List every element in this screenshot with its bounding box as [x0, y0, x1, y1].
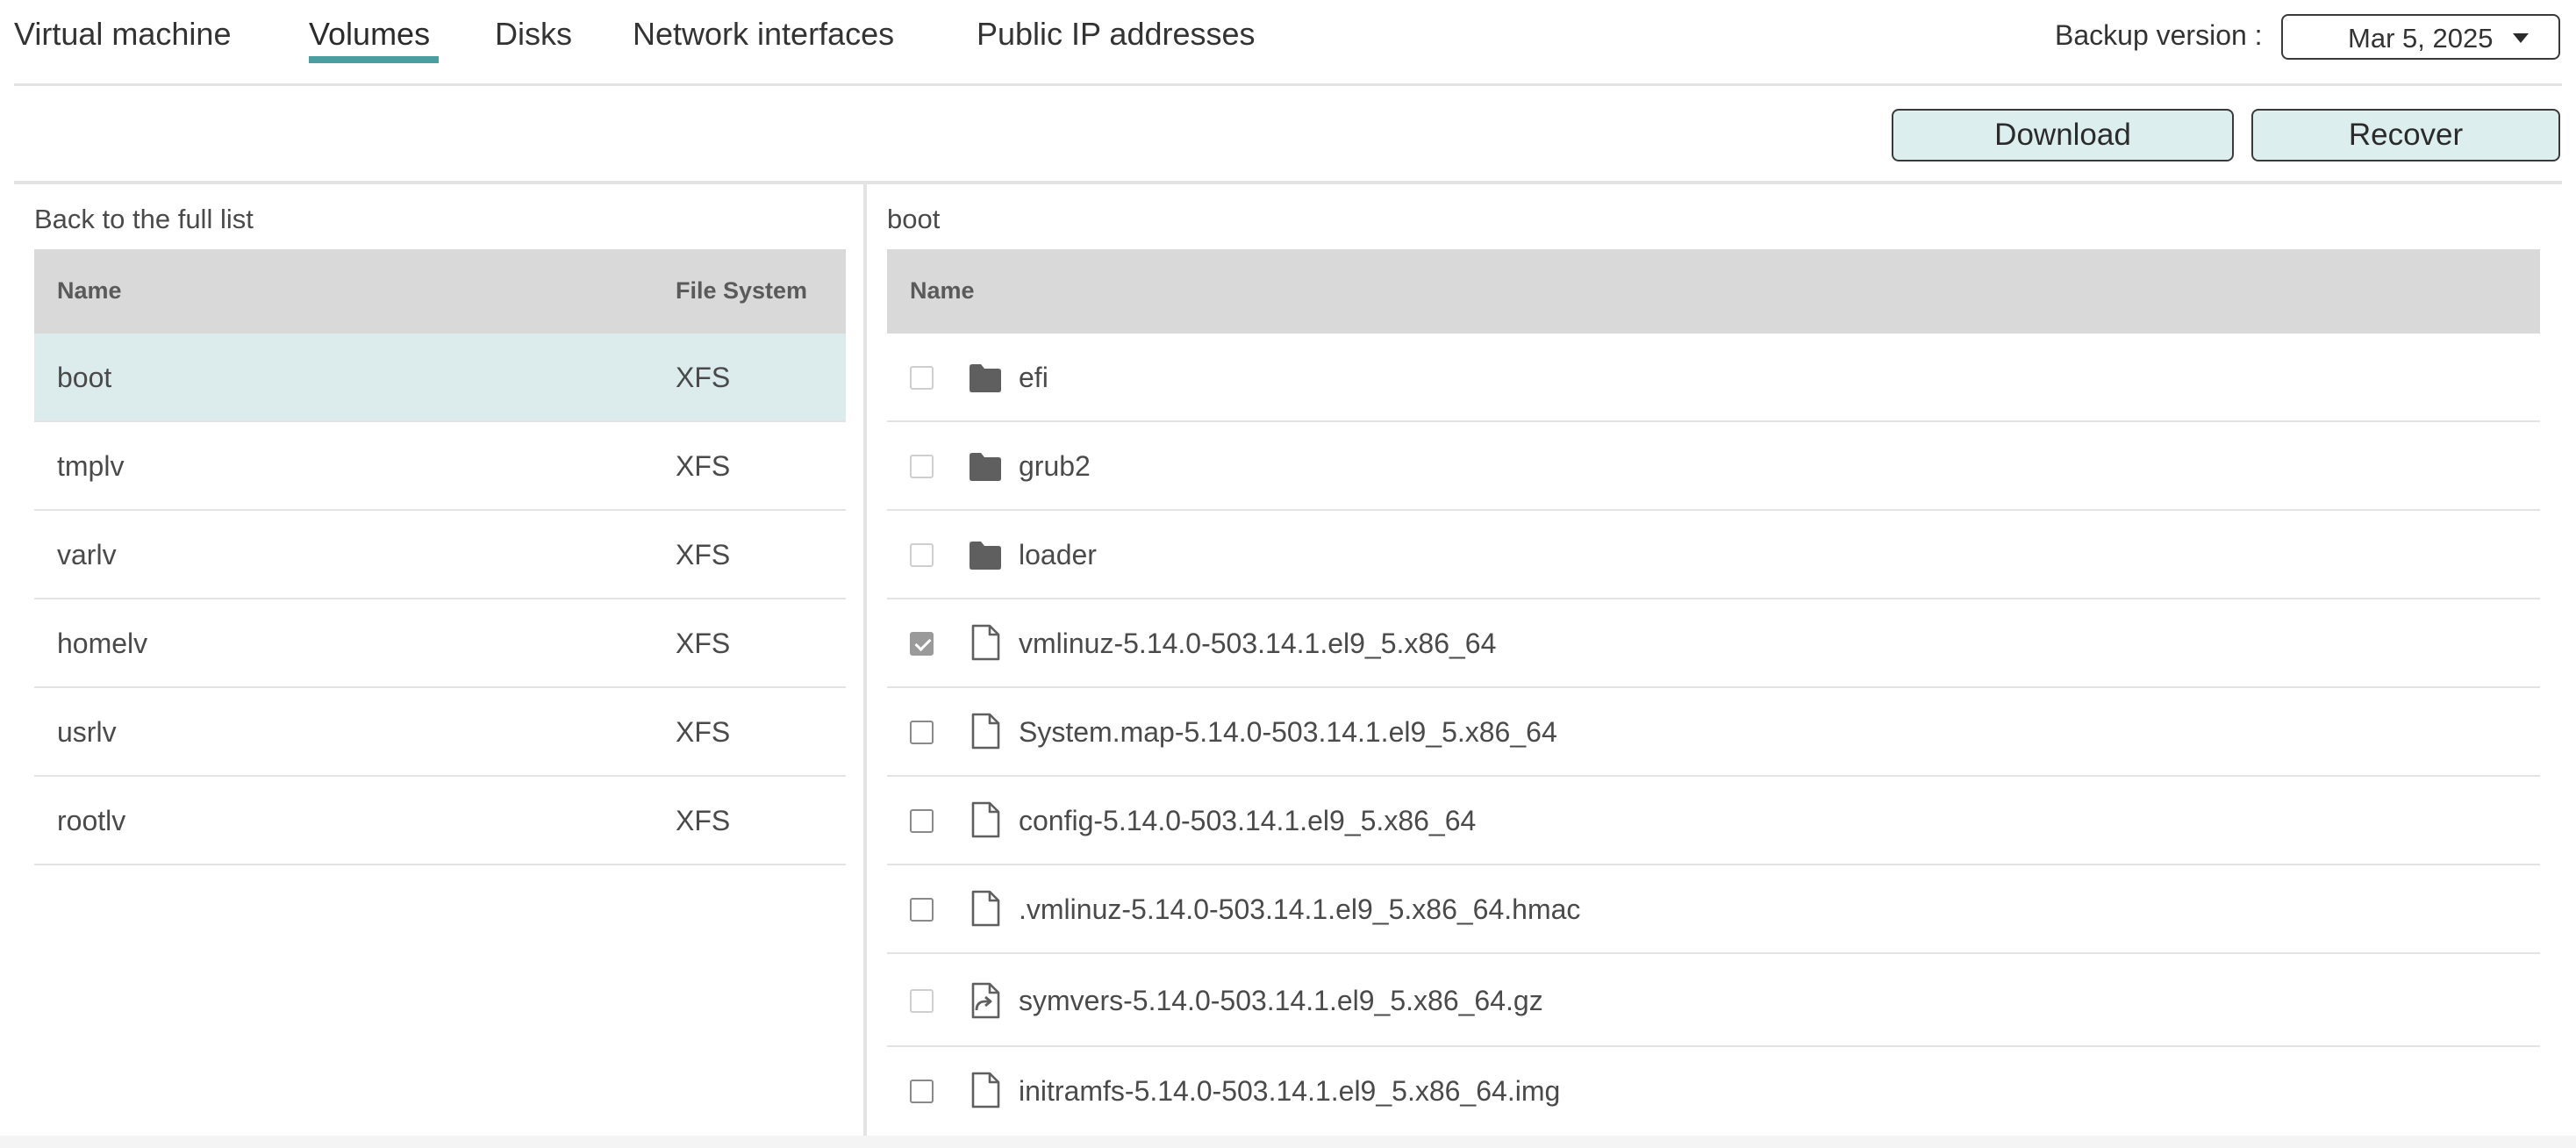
file-name: loader — [1019, 539, 1097, 570]
volume-fs: XFS — [676, 628, 731, 659]
file-row[interactable]: grub2 — [887, 422, 2540, 511]
volume-name: usrlv — [57, 716, 117, 748]
row-checkbox[interactable] — [910, 721, 934, 744]
volume-fs: XFS — [676, 539, 731, 570]
row-checkbox[interactable] — [910, 366, 934, 390]
tab-network-interfaces[interactable]: Network interfaces — [633, 16, 894, 53]
folder-icon — [970, 542, 1001, 570]
file-icon — [971, 624, 1000, 661]
files-table-header: Name — [887, 249, 2540, 334]
volume-name: rootlv — [57, 805, 126, 836]
files-panel: boot Name efi grub2 loader vmlinuz-5.14.… — [867, 184, 2562, 1148]
tab-public-ip-addresses[interactable]: Public IP addresses — [977, 16, 1256, 53]
volume-fs: XFS — [676, 450, 731, 482]
file-name: .vmlinuz-5.14.0-503.14.1.el9_5.x86_64.hm… — [1019, 893, 1581, 925]
file-row[interactable]: vmlinuz-5.14.0-503.14.1.el9_5.x86_64 — [887, 599, 2540, 688]
file-icon — [971, 713, 1000, 750]
volume-row[interactable]: homelv XFS — [34, 599, 846, 688]
backup-version-select[interactable]: Mar 5, 2025 — [2281, 14, 2560, 60]
row-checkbox[interactable] — [910, 809, 934, 833]
tab-volumes[interactable]: Volumes — [309, 16, 430, 53]
file-icon — [971, 890, 1000, 927]
volume-fs: XFS — [676, 362, 731, 393]
row-checkbox[interactable] — [910, 543, 934, 567]
volume-row[interactable]: tmplv XFS — [34, 422, 846, 511]
backup-version-value: Mar 5, 2025 — [2348, 23, 2494, 54]
tab-virtual-machine[interactable]: Virtual machine — [14, 16, 231, 53]
file-name: efi — [1019, 362, 1048, 393]
file-row[interactable]: efi — [887, 334, 2540, 422]
row-checkbox[interactable] — [910, 989, 934, 1013]
volumes-table-header: Name File System — [34, 249, 846, 334]
volume-name: varlv — [57, 539, 117, 570]
volume-row[interactable]: usrlv XFS — [34, 688, 846, 777]
file-row[interactable]: System.map-5.14.0-503.14.1.el9_5.x86_64 — [887, 688, 2540, 777]
bottom-edge — [0, 1136, 2576, 1148]
file-row[interactable]: loader — [887, 511, 2540, 599]
volumes-panel: Back to the full list Name File System b… — [14, 184, 865, 1148]
caret-down-icon — [2513, 33, 2529, 43]
folder-icon — [970, 364, 1001, 392]
backup-version-label: Backup version : — [2055, 19, 2263, 51]
column-header-name[interactable]: Name — [57, 277, 122, 305]
row-checkbox[interactable] — [910, 1080, 934, 1103]
file-name: symvers-5.14.0-503.14.1.el9_5.x86_64.gz — [1019, 985, 1543, 1016]
volume-fs: XFS — [676, 716, 731, 748]
download-button[interactable]: Download — [1892, 109, 2234, 161]
file-row[interactable]: .vmlinuz-5.14.0-503.14.1.el9_5.x86_64.hm… — [887, 865, 2540, 954]
tab-disks[interactable]: Disks — [495, 16, 572, 53]
file-name: System.map-5.14.0-503.14.1.el9_5.x86_64 — [1019, 716, 1557, 748]
file-name: initramfs-5.14.0-503.14.1.el9_5.x86_64.i… — [1019, 1075, 1561, 1107]
volume-row[interactable]: varlv XFS — [34, 511, 846, 599]
file-row[interactable]: config-5.14.0-503.14.1.el9_5.x86_64 — [887, 777, 2540, 865]
file-row[interactable]: symvers-5.14.0-503.14.1.el9_5.x86_64.gz — [887, 954, 2540, 1047]
current-path: boot — [887, 204, 941, 234]
column-header-file-system[interactable]: File System — [676, 277, 807, 305]
file-name: grub2 — [1019, 450, 1091, 482]
volume-fs: XFS — [676, 805, 731, 836]
file-name: vmlinuz-5.14.0-503.14.1.el9_5.x86_64 — [1019, 628, 1497, 659]
folder-icon — [970, 453, 1001, 481]
symlink-file-icon — [971, 982, 1000, 1019]
row-checkbox[interactable] — [910, 898, 934, 922]
row-checkbox[interactable] — [910, 455, 934, 478]
row-checkbox[interactable] — [910, 632, 934, 656]
file-name: config-5.14.0-503.14.1.el9_5.x86_64 — [1019, 805, 1477, 836]
file-icon — [971, 801, 1000, 838]
active-tab-indicator — [309, 56, 439, 63]
file-row[interactable]: initramfs-5.14.0-503.14.1.el9_5.x86_64.i… — [887, 1047, 2540, 1136]
volume-name: tmplv — [57, 450, 125, 482]
column-header-name[interactable]: Name — [910, 277, 975, 305]
volume-name: homelv — [57, 628, 148, 659]
file-icon — [971, 1072, 1000, 1109]
recover-button[interactable]: Recover — [2251, 109, 2560, 161]
volume-row[interactable]: rootlv XFS — [34, 777, 846, 865]
volume-name: boot — [57, 362, 112, 393]
volume-row[interactable]: boot XFS — [34, 334, 846, 422]
action-bar: Download Recover — [14, 86, 2562, 184]
back-to-full-list-link[interactable]: Back to the full list — [34, 204, 254, 235]
